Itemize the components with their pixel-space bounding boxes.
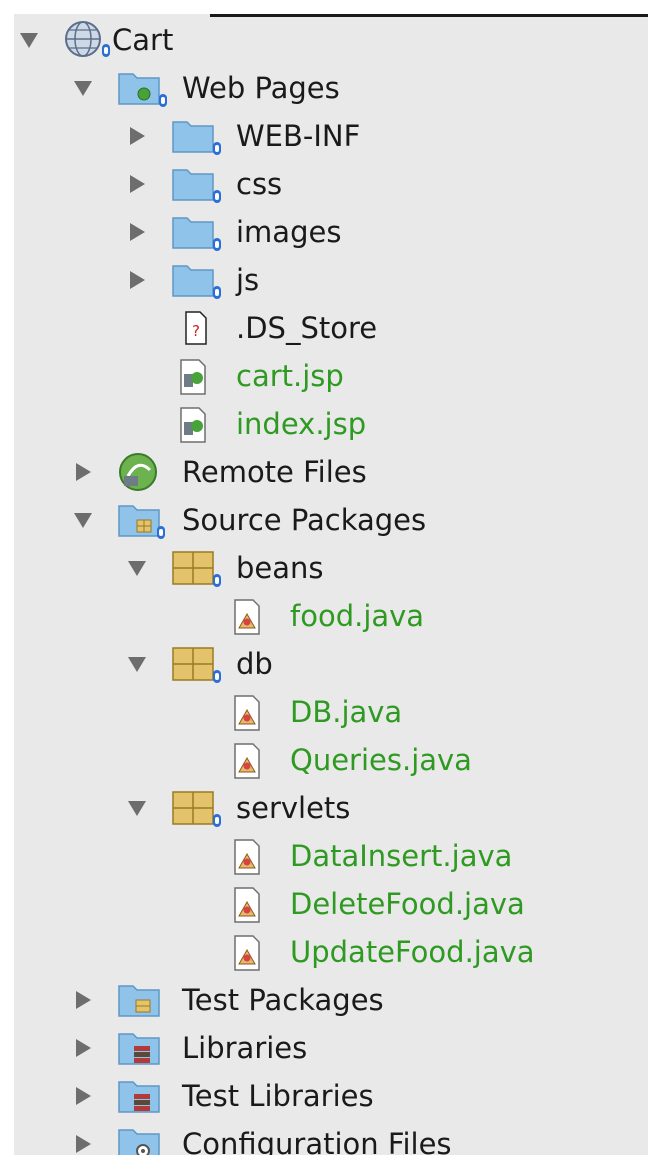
tree-row-datainsert-java[interactable]: DataInsert.java bbox=[14, 832, 648, 880]
tree-node-label: UpdateFood.java bbox=[290, 935, 535, 969]
svg-text:?: ? bbox=[192, 322, 200, 340]
jsp-file-icon bbox=[170, 354, 222, 398]
leaf-spacer bbox=[176, 688, 206, 736]
leaf-spacer bbox=[122, 304, 152, 352]
tree-row-index-jsp[interactable]: index.jsp bbox=[14, 400, 648, 448]
tree-node-label: DB.java bbox=[290, 695, 403, 729]
remote-files-icon bbox=[116, 450, 168, 494]
leaf-spacer bbox=[176, 928, 206, 976]
tree-node-label: beans bbox=[236, 551, 324, 585]
leaf-spacer bbox=[176, 736, 206, 784]
leaf-spacer bbox=[122, 400, 152, 448]
tree-row-test-packages[interactable]: Test Packages bbox=[14, 976, 648, 1024]
tree-row-web-inf[interactable]: WEB-INF bbox=[14, 112, 648, 160]
folder-icon bbox=[170, 210, 222, 254]
tree-row-ds-store[interactable]: ? .DS_Store bbox=[14, 304, 648, 352]
tree-node-label: servlets bbox=[236, 791, 351, 825]
java-file-icon bbox=[224, 690, 276, 734]
tree-row-updatefood-java[interactable]: UpdateFood.java bbox=[14, 928, 648, 976]
jsp-file-icon bbox=[170, 402, 222, 446]
unknown-file-icon: ? bbox=[170, 306, 222, 350]
tree-node-label: db bbox=[236, 647, 273, 681]
source-packages-folder-icon bbox=[116, 498, 168, 542]
project-tree[interactable]: Cart Web Pages WEB-INF css images js ? .… bbox=[14, 14, 648, 1155]
expand-arrow[interactable] bbox=[68, 1024, 98, 1072]
tree-row-css[interactable]: css bbox=[14, 160, 648, 208]
tree-row-images[interactable]: images bbox=[14, 208, 648, 256]
tree-node-label: WEB-INF bbox=[236, 119, 361, 153]
web-project-icon bbox=[62, 18, 114, 62]
leaf-spacer bbox=[176, 880, 206, 928]
expand-arrow[interactable] bbox=[122, 112, 152, 160]
libraries-folder-icon bbox=[116, 1074, 168, 1118]
expand-arrow[interactable] bbox=[68, 976, 98, 1024]
expand-arrow[interactable] bbox=[122, 544, 152, 592]
java-file-icon bbox=[224, 594, 276, 638]
expand-arrow[interactable] bbox=[122, 256, 152, 304]
leaf-spacer bbox=[122, 352, 152, 400]
expand-arrow[interactable] bbox=[68, 1120, 98, 1155]
tree-row-servlets[interactable]: servlets bbox=[14, 784, 648, 832]
expand-arrow[interactable] bbox=[14, 16, 44, 64]
tree-node-label: cart.jsp bbox=[236, 359, 344, 393]
java-file-icon bbox=[224, 834, 276, 878]
tree-node-label: Queries.java bbox=[290, 743, 472, 777]
expand-arrow[interactable] bbox=[122, 160, 152, 208]
tree-row-configuration-files[interactable]: Configuration Files bbox=[14, 1120, 648, 1155]
java-file-icon bbox=[224, 930, 276, 974]
tree-node-label: Libraries bbox=[182, 1031, 308, 1065]
package-icon bbox=[170, 546, 222, 590]
tree-node-label: .DS_Store bbox=[236, 311, 378, 345]
tree-row-queries-java[interactable]: Queries.java bbox=[14, 736, 648, 784]
expand-arrow[interactable] bbox=[122, 640, 152, 688]
web-pages-folder-icon bbox=[116, 66, 168, 110]
tree-row-deletefood-java[interactable]: DeleteFood.java bbox=[14, 880, 648, 928]
tree-row-test-libraries[interactable]: Test Libraries bbox=[14, 1072, 648, 1120]
tree-node-label: Test Libraries bbox=[182, 1079, 374, 1113]
tree-row-web-pages[interactable]: Web Pages bbox=[14, 64, 648, 112]
leaf-spacer bbox=[176, 592, 206, 640]
package-icon bbox=[170, 786, 222, 830]
tree-node-label: index.jsp bbox=[236, 407, 367, 441]
expand-arrow[interactable] bbox=[68, 64, 98, 112]
tree-row-remote-files[interactable]: Remote Files bbox=[14, 448, 648, 496]
libraries-folder-icon bbox=[116, 1026, 168, 1070]
tree-node-label: Remote Files bbox=[182, 455, 367, 489]
tree-node-label: Web Pages bbox=[182, 71, 340, 105]
expand-arrow[interactable] bbox=[68, 496, 98, 544]
tree-row-libraries[interactable]: Libraries bbox=[14, 1024, 648, 1072]
folder-icon bbox=[170, 114, 222, 158]
java-file-icon bbox=[224, 882, 276, 926]
tree-row-source-packages[interactable]: Source Packages bbox=[14, 496, 648, 544]
tree-row-db-java[interactable]: DB.java bbox=[14, 688, 648, 736]
expand-arrow[interactable] bbox=[122, 208, 152, 256]
folder-icon bbox=[170, 258, 222, 302]
tree-node-label: DeleteFood.java bbox=[290, 887, 525, 921]
expand-arrow[interactable] bbox=[122, 784, 152, 832]
tree-node-label: js bbox=[236, 263, 260, 297]
tree-node-label: Source Packages bbox=[182, 503, 427, 537]
tree-row-db[interactable]: db bbox=[14, 640, 648, 688]
tree-node-label: Cart bbox=[112, 23, 174, 57]
folder-icon bbox=[170, 162, 222, 206]
tree-row-beans[interactable]: beans bbox=[14, 544, 648, 592]
tree-row-js[interactable]: js bbox=[14, 256, 648, 304]
java-file-icon bbox=[224, 738, 276, 782]
tree-node-label: css bbox=[236, 167, 283, 201]
expand-arrow[interactable] bbox=[68, 1072, 98, 1120]
configuration-folder-icon bbox=[116, 1122, 168, 1155]
tree-row-cart[interactable]: Cart bbox=[14, 16, 648, 64]
test-packages-folder-icon bbox=[116, 978, 168, 1022]
expand-arrow[interactable] bbox=[68, 448, 98, 496]
tree-node-label: Test Packages bbox=[182, 983, 384, 1017]
leaf-spacer bbox=[176, 832, 206, 880]
tree-node-label: images bbox=[236, 215, 342, 249]
tree-row-food-java[interactable]: food.java bbox=[14, 592, 648, 640]
tree-row-cart-jsp[interactable]: cart.jsp bbox=[14, 352, 648, 400]
tree-node-label: Configuration Files bbox=[182, 1127, 452, 1155]
tree-node-label: DataInsert.java bbox=[290, 839, 513, 873]
package-icon bbox=[170, 642, 222, 686]
tree-node-label: food.java bbox=[290, 599, 425, 633]
